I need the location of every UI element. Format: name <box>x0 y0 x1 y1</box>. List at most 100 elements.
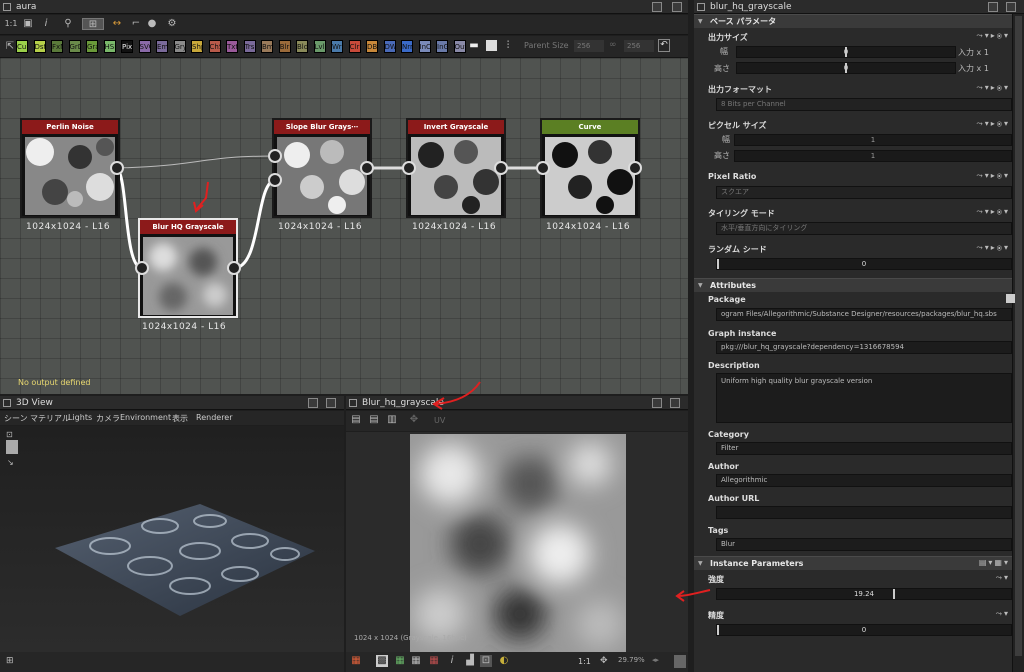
info-icon[interactable]: i <box>446 655 458 667</box>
section-attributes[interactable]: Attributes <box>694 278 1012 293</box>
uv-dropdown[interactable]: UV <box>434 416 445 425</box>
node-library-chip[interactable]: SVG <box>138 40 151 53</box>
section-base-parameters[interactable]: ベース パラメータ <box>694 14 1012 29</box>
scrollbar-thumb[interactable] <box>1015 16 1022 656</box>
output-format-dropdown[interactable]: 8 Bits per Channel <box>716 98 1012 111</box>
node-library-chip[interactable]: Clr <box>348 40 361 53</box>
param-reset-icons[interactable]: ⤳▾▸⦿▾ <box>976 171 1010 181</box>
node-library-chip[interactable]: Out <box>453 40 466 53</box>
node-library-chip[interactable]: Lvl <box>313 40 326 53</box>
fullscreen-icon[interactable] <box>674 655 686 668</box>
pin-icon[interactable] <box>308 398 318 408</box>
category-field[interactable]: Filter <box>716 442 1012 455</box>
float-icon[interactable] <box>672 2 682 12</box>
float-icon[interactable] <box>326 398 336 408</box>
info-icon[interactable]: i <box>40 18 52 30</box>
node-library-chip[interactable]: InG <box>436 40 448 53</box>
author-field[interactable]: Allegorithmic <box>716 474 1012 487</box>
node-library-chip[interactable]: Shp <box>191 40 203 53</box>
pin-icon[interactable] <box>652 2 662 12</box>
gear-icon[interactable]: ⚙ <box>166 18 178 30</box>
param-reset-icons[interactable]: ⤳▾▸⦿▾ <box>976 83 1010 93</box>
view2d-viewport[interactable]: 1024 x 1024 (Grayscale, 16bpc) <box>346 432 688 652</box>
pin-icon[interactable] <box>988 2 998 12</box>
node-input-port[interactable] <box>268 173 282 187</box>
node-library-chip[interactable]: HSL <box>103 40 116 53</box>
straight-link-icon[interactable]: ⌐ <box>130 18 142 30</box>
link-style-icon[interactable]: ↔ <box>108 18 126 30</box>
node-invert-grayscale[interactable]: Invert Grayscale 1024x1024 - L16 <box>406 118 506 232</box>
node-input-port[interactable] <box>536 161 550 175</box>
param-reset-icons[interactable]: ⤳▾▸⦿▾ <box>976 207 1010 217</box>
slider-thumb[interactable] <box>893 589 895 599</box>
tiling-mode-dropdown[interactable]: 水平/垂直方向にタイリング <box>716 222 1012 235</box>
undo-icon[interactable]: ↶ <box>658 39 670 52</box>
node-library-chip[interactable]: Emb <box>156 40 168 53</box>
node-output-port[interactable] <box>227 261 241 275</box>
node-perlin-noise[interactable]: Perlin Noise 1024x1024 - L16 <box>20 118 120 232</box>
node-library-chip[interactable]: Pix <box>121 40 133 53</box>
param-reset-icons[interactable]: ⤳▾ <box>996 609 1010 619</box>
open-package-icon[interactable] <box>1006 294 1015 303</box>
node-slope-blur[interactable]: Slope Blur Grays⋯ 1024x1024 - L16 <box>272 118 372 232</box>
fit-icon[interactable]: ✥ <box>600 656 608 666</box>
menu-item[interactable]: Environment <box>120 413 171 422</box>
properties-scrollbar[interactable] <box>1012 14 1024 672</box>
float-icon[interactable] <box>670 398 680 408</box>
zoom-label[interactable]: 1:1 <box>4 18 18 30</box>
graph-instance-field[interactable]: pkg:///blur_hq_grayscale?dependency=1316… <box>716 341 1012 354</box>
link-icon[interactable]: ∞ <box>609 40 617 50</box>
package-field[interactable]: ogram Files/Allegorithmic/Substance Desi… <box>716 308 1012 321</box>
node-library-chip[interactable]: DBl <box>366 40 378 53</box>
node-output-port[interactable] <box>110 161 124 175</box>
copy-icon[interactable]: ▥ <box>386 414 398 426</box>
node-library-chip[interactable]: InC <box>418 40 431 53</box>
random-seed-slider[interactable]: 0 <box>716 258 1012 270</box>
search-icon[interactable]: ⚲ <box>62 18 74 30</box>
section-instance-parameters[interactable]: Instance Parameters <box>694 556 1012 571</box>
node-output-port[interactable] <box>360 161 374 175</box>
node-curve[interactable]: Curve 1024x1024 - L16 <box>540 118 640 232</box>
node-library-chip[interactable]: Trs <box>243 40 256 53</box>
checker-icon[interactable]: ▩ <box>376 655 388 667</box>
menu-item[interactable]: マテリアル <box>30 413 70 424</box>
intensity-slider[interactable]: 19.24 <box>716 588 1012 600</box>
node-library-chip[interactable]: FxM <box>51 40 63 53</box>
output-height-slider[interactable]: 0 <box>736 62 956 74</box>
slider-thumb[interactable] <box>845 47 847 57</box>
frame-icon[interactable]: ▣ <box>22 18 34 30</box>
node-input-port[interactable] <box>402 161 416 175</box>
output-width-slider[interactable]: 0 <box>736 46 956 58</box>
transform-icon[interactable]: ✥ <box>408 414 420 426</box>
parent-width-field[interactable]: 256 <box>574 40 604 52</box>
node-output-port[interactable] <box>494 161 508 175</box>
menu-item[interactable]: カメラ <box>96 413 120 424</box>
width-unit[interactable]: 入力 x 1 <box>958 47 989 58</box>
layout-icon[interactable]: ⊞ <box>82 18 104 30</box>
float-icon[interactable] <box>1006 2 1016 12</box>
node-output-port[interactable] <box>628 161 642 175</box>
menu-item[interactable]: 表示 <box>172 413 188 424</box>
pixel-width-slider[interactable]: 1 <box>734 134 1012 146</box>
save-as-icon[interactable]: ▤ <box>368 414 380 426</box>
param-reset-icons[interactable]: ⤳▾▸⦿▾ <box>976 31 1010 41</box>
node-library-chip[interactable]: Nrm <box>401 40 413 53</box>
histogram-icon[interactable]: ▟ <box>464 655 476 667</box>
preset-icons[interactable]: ▤▾▦▾ <box>979 558 1010 567</box>
node-library-chip[interactable]: Bld <box>296 40 308 53</box>
ratio-label[interactable]: 1:1 <box>578 657 591 666</box>
node-library-chip[interactable]: Dst <box>33 40 46 53</box>
slider-thumb[interactable] <box>717 259 719 269</box>
pixel-ratio-dropdown[interactable]: スクエア <box>716 186 1012 199</box>
tile-icon[interactable]: ▦ <box>428 655 440 667</box>
node-library-chip[interactable]: Blr <box>278 40 291 53</box>
pixel-height-slider[interactable]: 1 <box>734 150 1012 162</box>
pin-icon[interactable] <box>652 398 662 408</box>
zoom-arrows-icon[interactable]: ◂▸ <box>652 656 659 664</box>
tags-field[interactable]: Blur <box>716 538 1012 551</box>
slider-thumb[interactable] <box>717 625 719 635</box>
menu-item[interactable]: シーン <box>4 413 28 424</box>
param-reset-icons[interactable]: ⤳▾▸⦿▾ <box>976 119 1010 129</box>
menu-item[interactable]: Lights <box>68 413 92 422</box>
zoom-field[interactable]: 29.79% <box>618 656 650 664</box>
